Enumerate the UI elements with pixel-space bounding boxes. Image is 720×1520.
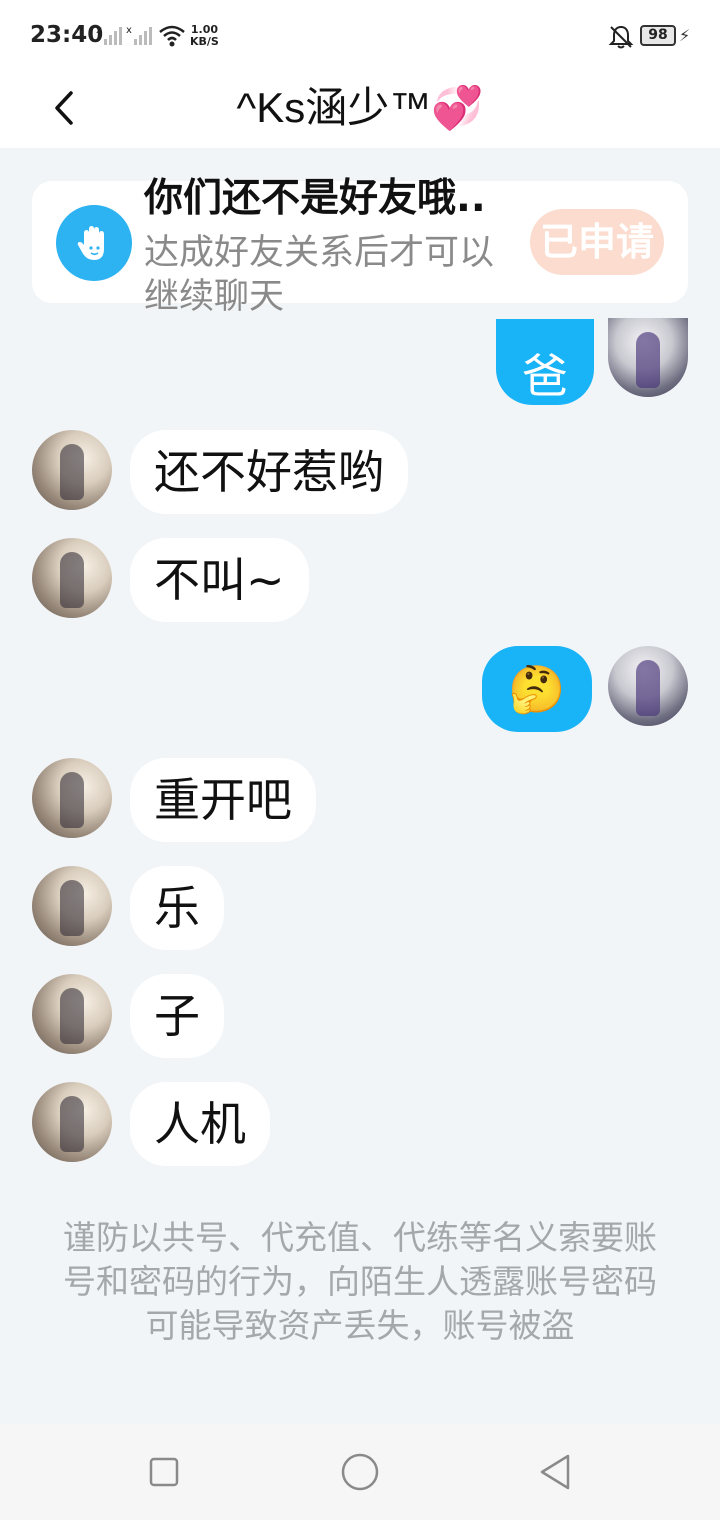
message-bubble-received[interactable]: 人机 [130,1082,270,1166]
svg-text:x: x [126,25,132,36]
wave-hand-icon [56,205,132,281]
net-speed-unit: KB/S [190,35,219,48]
avatar[interactable] [32,430,112,510]
message-bubble-received[interactable]: 还不好惹哟 [130,430,408,514]
status-bar: 23:40 x x 1.00 KB/S 98 ⚡ [0,0,720,72]
message-bubble-received[interactable]: 不叫~ [130,538,309,622]
avatar[interactable] [608,318,688,397]
message-bubble-received[interactable]: 子 [130,974,224,1058]
chat-header: ^Ks涵少™💞 [0,72,720,148]
nav-square-icon[interactable] [144,1452,184,1492]
avatar[interactable] [32,866,112,946]
security-notice: 谨防以共号、代充值、代练等名义索要账号和密码的行为，向陌生人透露账号密码可能导致… [63,1218,657,1345]
avatar[interactable] [32,1082,112,1162]
net-speed: 1.00 KB/S [190,24,219,48]
nav-circle-icon[interactable] [338,1450,382,1494]
chat-title: ^Ks涵少™💞 [236,84,484,131]
wifi-icon [159,25,185,47]
avatar[interactable] [32,758,112,838]
bell-muted-icon [608,25,634,49]
svg-text:x: x [96,25,102,36]
applied-button[interactable]: 已申请 [530,209,664,275]
message-bubble-received[interactable]: 重开吧 [130,758,316,842]
friend-card-title: 你们还不是好友哦.. [144,176,486,221]
signal-icon: x [96,25,122,45]
message-bubble-received[interactable]: 乐 [130,866,224,950]
system-nav-bar [0,1424,720,1520]
avatar[interactable] [608,646,688,726]
avatar[interactable] [32,538,112,618]
message-bubble-sent[interactable]: 🤔 [482,646,592,732]
charging-icon: ⚡ [679,26,691,45]
avatar[interactable] [32,974,112,1054]
signal-icon: x [126,25,152,45]
nav-triangle-icon[interactable] [536,1452,576,1492]
message-bubble-sent[interactable]: 爸 [496,319,594,405]
friend-status-card: 你们还不是好友哦.. 达成好友关系后才可以继续聊天 已申请 [32,176,688,317]
battery-icon: 98 [640,25,676,46]
friend-card-subtitle: 达成好友关系后才可以继续聊天 [144,233,495,317]
status-time: 23:40 [30,22,104,48]
